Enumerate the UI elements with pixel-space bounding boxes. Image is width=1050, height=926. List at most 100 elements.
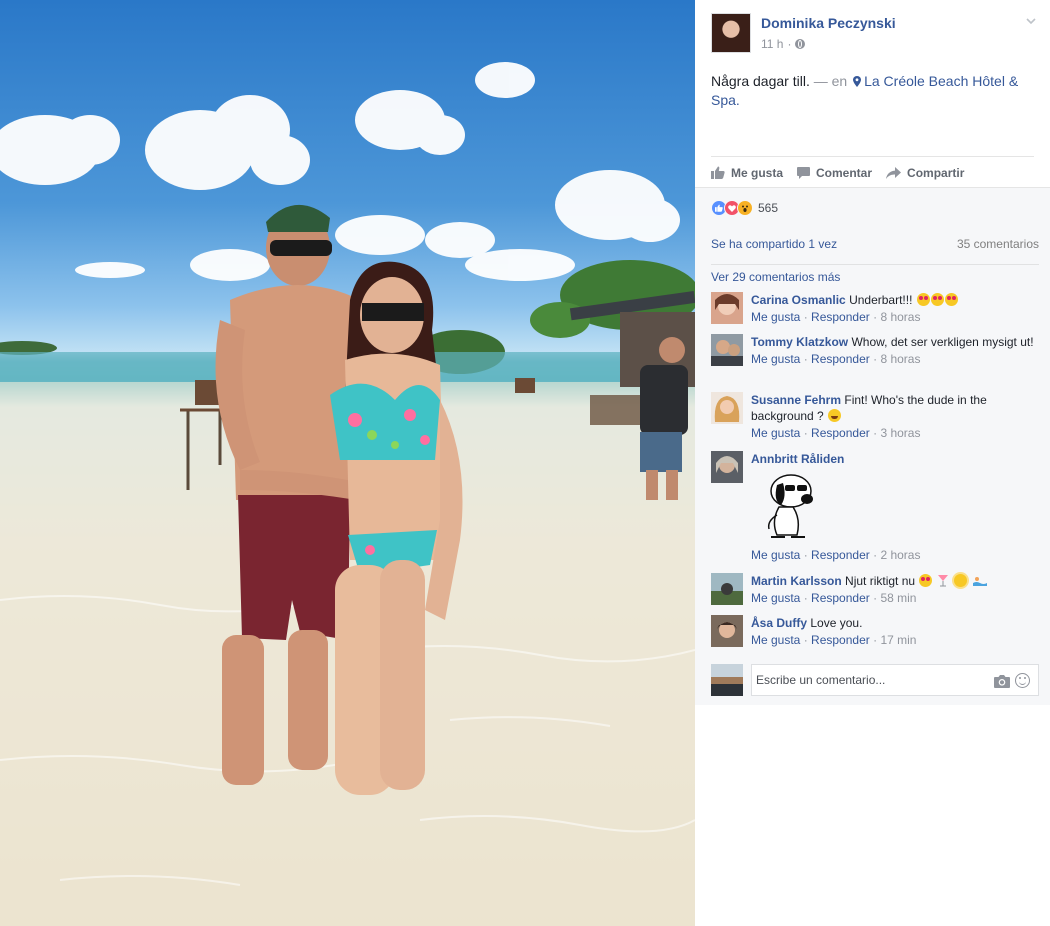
meta-separator: · bbox=[803, 310, 808, 324]
comment-time[interactable]: 3 horas bbox=[880, 426, 920, 440]
comment-like-link[interactable]: Me gusta bbox=[751, 633, 800, 647]
comment-like-link[interactable]: Me gusta bbox=[751, 548, 800, 562]
share-count-link[interactable]: Se ha compartido 1 vez bbox=[711, 237, 837, 251]
meta-separator: · bbox=[803, 591, 808, 605]
comment-reply-link[interactable]: Responder bbox=[811, 426, 870, 440]
emoji-icon[interactable] bbox=[1015, 673, 1030, 688]
reactions-summary[interactable]: 565 bbox=[711, 200, 778, 216]
commenter-avatar[interactable] bbox=[711, 451, 743, 483]
commenter-avatar[interactable] bbox=[711, 573, 743, 605]
camera-icon[interactable] bbox=[994, 674, 1010, 688]
wow-reaction-icon bbox=[737, 200, 753, 216]
like-label: Me gusta bbox=[731, 165, 784, 180]
heart-eyes-emoji-icon bbox=[916, 293, 930, 306]
meta-separator: · bbox=[873, 426, 878, 440]
meta-separator: · bbox=[873, 548, 878, 562]
swimmer-emoji-icon bbox=[973, 577, 988, 586]
share-button[interactable]: Compartir bbox=[886, 166, 964, 180]
meta-separator: · bbox=[787, 37, 792, 51]
snoopy-sticker[interactable] bbox=[751, 471, 821, 545]
current-user-avatar bbox=[711, 664, 743, 696]
comment-time[interactable]: 8 horas bbox=[880, 352, 920, 366]
comment-text: Njut riktigt nu bbox=[845, 574, 916, 588]
post-time[interactable]: 11 h bbox=[761, 37, 783, 51]
comment-body: Åsa Duffy Love you. Me gusta · Responder… bbox=[751, 615, 1039, 648]
comment-text: Underbart!!! bbox=[849, 293, 913, 307]
meta-separator: · bbox=[803, 426, 808, 440]
comment-icon bbox=[797, 166, 811, 179]
comment-time[interactable]: 58 min bbox=[880, 591, 916, 605]
comment-like-link[interactable]: Me gusta bbox=[751, 426, 800, 440]
view-more-comments-link[interactable]: Ver 29 comentarios más bbox=[711, 270, 840, 284]
comment-body: Susanne Fehrm Fint! Who's the dude in th… bbox=[751, 392, 1039, 441]
meta-separator: · bbox=[873, 352, 878, 366]
heart-eyes-emoji-icon bbox=[944, 293, 958, 306]
divider bbox=[711, 264, 1039, 265]
post-sidebar: Dominika Peczynski 11 h · Några dagar ti… bbox=[695, 0, 1050, 926]
comment-body: Annbritt Råliden Me gusta · Responder · … bbox=[751, 451, 1039, 563]
feedback-section: 565 Se ha compartido 1 vez 35 comentario… bbox=[695, 187, 1050, 705]
location-separator: — en bbox=[813, 73, 848, 89]
comment-body: Martin Karlsson Njut riktigt nu Me gusta… bbox=[751, 573, 1039, 606]
comment-input-box[interactable] bbox=[751, 664, 1039, 696]
globe-icon bbox=[795, 39, 806, 49]
comment-body: Tommy Klatzkow Whow, det ser verkligen m… bbox=[751, 334, 1039, 367]
meta-separator: · bbox=[803, 352, 808, 366]
laughing-emoji-icon bbox=[828, 409, 842, 422]
commenter-name[interactable]: Tommy Klatzkow bbox=[751, 335, 848, 349]
commenter-avatar[interactable] bbox=[711, 392, 743, 424]
commenter-name[interactable]: Carina Osmanlic bbox=[751, 293, 846, 307]
chevron-down-icon[interactable] bbox=[1025, 15, 1037, 27]
share-label: Compartir bbox=[907, 165, 965, 180]
comment-meta: Me gusta · Responder · 8 horas bbox=[751, 309, 1039, 325]
author-name[interactable]: Dominika Peczynski bbox=[761, 15, 896, 31]
like-button[interactable]: Me gusta bbox=[711, 166, 783, 180]
comment-time[interactable]: 8 horas bbox=[880, 310, 920, 324]
comment-time[interactable]: 17 min bbox=[880, 633, 916, 647]
comment-like-link[interactable]: Me gusta bbox=[751, 591, 800, 605]
reaction-count: 565 bbox=[758, 201, 779, 215]
commenter-avatar[interactable] bbox=[711, 292, 743, 324]
comment-meta: Me gusta · Responder · 2 horas bbox=[751, 547, 1039, 563]
post-meta: 11 h · bbox=[761, 37, 806, 51]
comment-meta: Me gusta · Responder · 58 min bbox=[751, 590, 1039, 606]
post-actions: Me gusta Comentar Compartir bbox=[711, 156, 1034, 188]
comment-meta: Me gusta · Responder · 17 min bbox=[751, 632, 1039, 648]
location-pin-icon bbox=[853, 76, 862, 87]
like-icon bbox=[711, 166, 725, 179]
author-avatar[interactable] bbox=[711, 13, 751, 53]
comment-reply-link[interactable]: Responder bbox=[811, 591, 870, 605]
commenter-name[interactable]: Martin Karlsson bbox=[751, 574, 842, 588]
post-text: Några dagar till. bbox=[711, 73, 810, 89]
comment-count[interactable]: 35 comentarios bbox=[957, 237, 1039, 251]
post-header: Dominika Peczynski 11 h · bbox=[711, 13, 1039, 53]
comment-reply-link[interactable]: Responder bbox=[811, 310, 870, 324]
heart-eyes-emoji-icon bbox=[930, 293, 944, 306]
commenter-name[interactable]: Susanne Fehrm bbox=[751, 393, 841, 407]
comment-input[interactable] bbox=[752, 665, 972, 695]
commenter-avatar[interactable] bbox=[711, 615, 743, 647]
commenter-name[interactable]: Annbritt Råliden bbox=[751, 452, 844, 466]
comment-like-link[interactable]: Me gusta bbox=[751, 310, 800, 324]
stats-bar: Se ha compartido 1 vez 35 comentarios bbox=[711, 237, 1039, 253]
comment-reply-link[interactable]: Responder bbox=[811, 633, 870, 647]
comment-text: Love you. bbox=[810, 616, 863, 630]
comment-like-link[interactable]: Me gusta bbox=[751, 352, 800, 366]
comment-reply-link[interactable]: Responder bbox=[811, 352, 870, 366]
post-photo[interactable] bbox=[0, 0, 695, 926]
post-message: Några dagar till. — en La Créole Beach H… bbox=[711, 72, 1037, 110]
commenter-name[interactable]: Åsa Duffy bbox=[751, 616, 807, 630]
share-icon bbox=[886, 166, 902, 179]
comment-reply-link[interactable]: Responder bbox=[811, 548, 870, 562]
commenter-avatar[interactable] bbox=[711, 334, 743, 366]
comment-button[interactable]: Comentar bbox=[797, 166, 872, 180]
comment-composer bbox=[711, 664, 1039, 696]
cocktail-emoji-icon bbox=[937, 575, 948, 587]
comment-meta: Me gusta · Responder · 3 horas bbox=[751, 425, 1039, 441]
meta-separator: · bbox=[873, 310, 878, 324]
sun-emoji-icon bbox=[954, 574, 968, 587]
comment-body: Carina Osmanlic Underbart!!! Me gusta · … bbox=[751, 292, 1039, 325]
comment-time[interactable]: 2 horas bbox=[880, 548, 920, 562]
comment-meta: Me gusta · Responder · 8 horas bbox=[751, 351, 1039, 367]
meta-separator: · bbox=[803, 548, 808, 562]
